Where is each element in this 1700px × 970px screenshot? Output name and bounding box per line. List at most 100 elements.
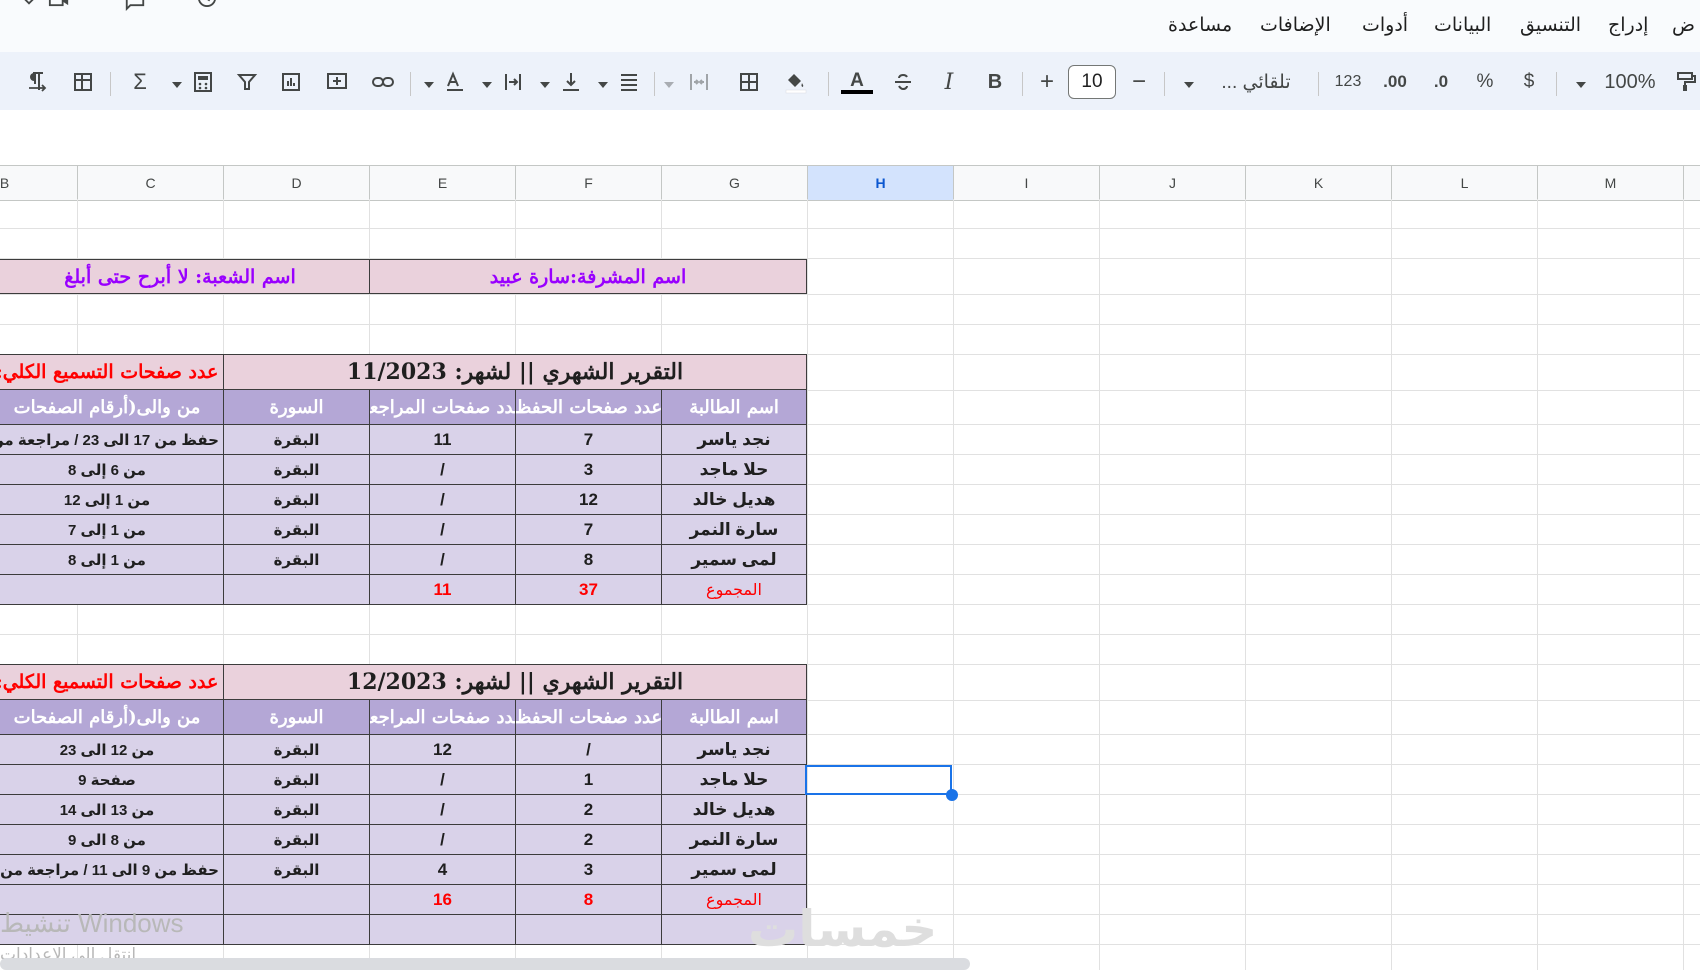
student-name-cell[interactable]: نجد ياسر bbox=[661, 734, 807, 765]
page-range-cell[interactable]: من 1 إلى 12 bbox=[0, 484, 224, 515]
review-pages-cell[interactable]: 12 bbox=[369, 734, 516, 765]
page-range-cell[interactable]: صفحة 9 bbox=[0, 764, 224, 795]
chevron-down-icon[interactable] bbox=[540, 82, 550, 88]
menu-help[interactable]: مساعدة bbox=[1168, 14, 1232, 37]
chevron-down-icon[interactable] bbox=[1184, 82, 1194, 88]
sum-review-cell[interactable]: 11 bbox=[369, 574, 516, 605]
menu-insert[interactable]: إدراج bbox=[1608, 14, 1648, 37]
column-header-e[interactable]: E bbox=[369, 166, 515, 200]
total-pages-label-cell[interactable]: عدد صفحات التسميع الكلي: bbox=[0, 354, 224, 390]
sum-memorized-cell[interactable]: 37 bbox=[515, 574, 662, 605]
student-name-cell[interactable]: لمى سمير bbox=[661, 854, 807, 885]
student-name-cell[interactable]: لمى سمير bbox=[661, 544, 807, 575]
link-icon[interactable] bbox=[368, 68, 398, 96]
surah-cell[interactable]: البقرة bbox=[223, 424, 370, 455]
header-review-pages[interactable]: عدد صفحات المراجعة bbox=[369, 389, 516, 425]
more-formats-button[interactable]: 123 bbox=[1330, 68, 1366, 96]
chevron-down-icon[interactable] bbox=[14, 0, 44, 18]
text-color-icon[interactable]: A bbox=[840, 68, 874, 96]
text-wrap-icon[interactable] bbox=[498, 68, 528, 96]
sum-review-cell[interactable]: 16 bbox=[369, 884, 516, 915]
chart-icon[interactable] bbox=[276, 68, 306, 96]
column-header-k[interactable]: K bbox=[1245, 166, 1391, 200]
borders-icon[interactable] bbox=[734, 68, 764, 96]
menu-format[interactable]: التنسيق bbox=[1520, 14, 1581, 37]
column-header-c[interactable]: C bbox=[77, 166, 223, 200]
page-range-cell[interactable]: من 12 الى 23 bbox=[0, 734, 224, 765]
memorized-pages-cell[interactable]: 3 bbox=[515, 454, 662, 485]
surah-cell[interactable]: البقرة bbox=[223, 824, 370, 855]
surah-cell[interactable]: البقرة bbox=[223, 454, 370, 485]
increase-font-size-button[interactable]: + bbox=[1032, 68, 1062, 96]
page-range-cell[interactable]: من 8 الى 9 bbox=[0, 824, 224, 855]
report-title-cell[interactable]: التقرير الشهري || لشهر: 11/2023 bbox=[223, 354, 807, 390]
chevron-down-icon[interactable] bbox=[424, 82, 434, 88]
currency-format-button[interactable]: $ bbox=[1514, 68, 1544, 96]
empty-cell[interactable] bbox=[223, 884, 370, 915]
memorized-pages-cell[interactable]: 7 bbox=[515, 514, 662, 545]
chevron-down-icon[interactable] bbox=[172, 82, 182, 88]
surah-cell[interactable]: البقرة bbox=[223, 794, 370, 825]
chevron-down-icon[interactable] bbox=[1576, 82, 1586, 88]
memorized-pages-cell[interactable]: 2 bbox=[515, 824, 662, 855]
review-pages-cell[interactable]: / bbox=[369, 484, 516, 515]
column-header-b[interactable]: B bbox=[0, 166, 77, 200]
merge-cells-icon[interactable] bbox=[684, 68, 714, 96]
header-review-pages[interactable]: عدد صفحات المراجعة bbox=[369, 699, 516, 735]
page-range-cell[interactable]: من 13 الى 14 bbox=[0, 794, 224, 825]
font-family-select[interactable]: تلقائي ... bbox=[1216, 68, 1296, 96]
student-name-cell[interactable]: هديل خالد bbox=[661, 794, 807, 825]
student-name-cell[interactable]: سارة النمر bbox=[661, 824, 807, 855]
sum-label-cell[interactable]: المجموع bbox=[661, 574, 807, 605]
increase-decimal-button[interactable]: .00 bbox=[1378, 68, 1412, 96]
review-pages-cell[interactable]: / bbox=[369, 544, 516, 575]
filter-icon[interactable] bbox=[232, 68, 262, 96]
text-direction-icon[interactable] bbox=[22, 68, 52, 96]
student-name-cell[interactable]: سارة النمر bbox=[661, 514, 807, 545]
review-pages-cell[interactable]: 11 bbox=[369, 424, 516, 455]
memorized-pages-cell[interactable]: 1 bbox=[515, 764, 662, 795]
video-call-icon[interactable] bbox=[44, 0, 74, 18]
chevron-down-icon[interactable] bbox=[598, 82, 608, 88]
bold-button[interactable]: B bbox=[980, 68, 1010, 96]
memorized-pages-cell[interactable]: / bbox=[515, 734, 662, 765]
student-name-cell[interactable]: نجد ياسر bbox=[661, 424, 807, 455]
surah-cell[interactable]: البقرة bbox=[223, 484, 370, 515]
fill-handle[interactable] bbox=[946, 789, 958, 801]
table-convert-icon[interactable] bbox=[68, 68, 98, 96]
column-header-h[interactable]: H bbox=[807, 166, 953, 200]
strikethrough-icon[interactable] bbox=[888, 68, 918, 96]
header-memorized-pages[interactable]: عدد صفحات الحفظ bbox=[515, 389, 662, 425]
surah-cell[interactable]: البقرة bbox=[223, 764, 370, 795]
history-icon[interactable] bbox=[192, 0, 222, 18]
surah-cell[interactable]: البقرة bbox=[223, 544, 370, 575]
memorized-pages-cell[interactable]: 7 bbox=[515, 424, 662, 455]
total-pages-label-cell[interactable]: عدد صفحات التسميع الكلي: bbox=[0, 664, 224, 700]
menu-view[interactable]: ض bbox=[1672, 14, 1695, 37]
fill-color-icon[interactable] bbox=[780, 68, 810, 96]
column-header-i[interactable]: I bbox=[953, 166, 1099, 200]
header-surah[interactable]: السورة bbox=[223, 699, 370, 735]
review-pages-cell[interactable]: / bbox=[369, 514, 516, 545]
chevron-down-icon[interactable] bbox=[482, 82, 492, 88]
functions-sigma-icon[interactable]: Σ bbox=[125, 68, 155, 96]
sum-memorized-cell[interactable]: 8 bbox=[515, 884, 662, 915]
active-cell-selection[interactable] bbox=[805, 765, 952, 795]
menu-extensions[interactable]: الإضافات bbox=[1260, 14, 1331, 37]
header-surah[interactable]: السورة bbox=[223, 389, 370, 425]
supervisor-name-cell[interactable]: اسم المشرفة:سارة عبيد bbox=[369, 259, 807, 294]
header-memorized-pages[interactable]: عدد صفحات الحفظ bbox=[515, 699, 662, 735]
italic-button[interactable]: I bbox=[934, 68, 964, 96]
review-pages-cell[interactable]: / bbox=[369, 764, 516, 795]
report-title-cell[interactable]: التقرير الشهري || لشهر: 12/2023 bbox=[223, 664, 807, 700]
memorized-pages-cell[interactable]: 3 bbox=[515, 854, 662, 885]
percent-format-button[interactable]: % bbox=[1470, 68, 1500, 96]
decrease-decimal-button[interactable]: .0 bbox=[1424, 68, 1458, 96]
empty-cell[interactable] bbox=[223, 914, 370, 945]
page-range-cell[interactable]: من 6 إلى 8 bbox=[0, 454, 224, 485]
column-header-f[interactable]: F bbox=[515, 166, 661, 200]
page-range-cell[interactable]: حفظ من 9 الى 11 / مراجعة من bbox=[0, 854, 224, 885]
text-rotation-icon[interactable] bbox=[440, 68, 470, 96]
column-header-m[interactable]: M bbox=[1537, 166, 1683, 200]
column-header-l[interactable]: L bbox=[1391, 166, 1537, 200]
